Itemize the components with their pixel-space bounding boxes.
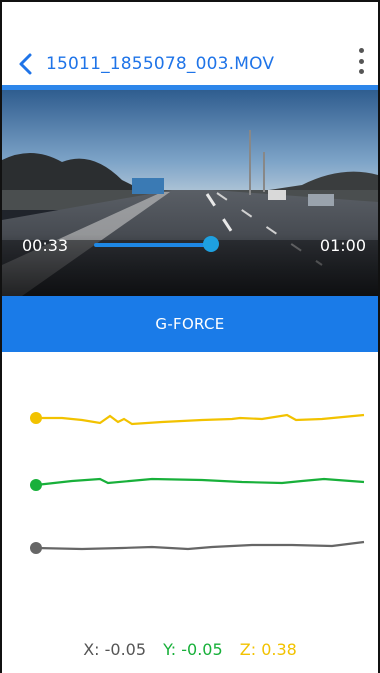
video-player[interactable]: 00:33 01:00 <box>2 90 378 296</box>
z-axis-dot <box>30 412 42 424</box>
x-axis-value: X: -0.05 <box>83 640 147 659</box>
total-time: 01:00 <box>319 236 366 255</box>
y-axis-dot <box>30 479 42 491</box>
progress-thumb[interactable] <box>202 236 219 252</box>
more-menu-button[interactable] <box>356 48 366 74</box>
gforce-tab[interactable]: G-FORCE <box>2 296 378 352</box>
top-bar: 15011_1855078_003.MOV <box>2 2 378 85</box>
chevron-left-icon <box>19 53 32 75</box>
x-axis-line <box>35 540 365 551</box>
z-axis-line <box>36 413 365 426</box>
y-axis-value: Y: -0.05 <box>163 640 223 659</box>
gforce-graph <box>2 352 378 642</box>
current-time: 00:33 <box>22 236 69 255</box>
x-axis-dot <box>30 542 42 554</box>
axis-readouts: X: -0.05 Y: -0.05 Z: 0.38 <box>0 640 380 659</box>
back-button[interactable] <box>16 52 36 76</box>
gforce-graph-svg <box>30 412 365 554</box>
y-axis-line <box>35 477 365 487</box>
gforce-label: G-FORCE <box>155 315 225 333</box>
progress-bar[interactable] <box>94 243 211 247</box>
more-vertical-icon <box>358 48 364 53</box>
z-axis-value: Z: 0.38 <box>239 640 297 659</box>
video-title: 15011_1855078_003.MOV <box>46 54 275 74</box>
